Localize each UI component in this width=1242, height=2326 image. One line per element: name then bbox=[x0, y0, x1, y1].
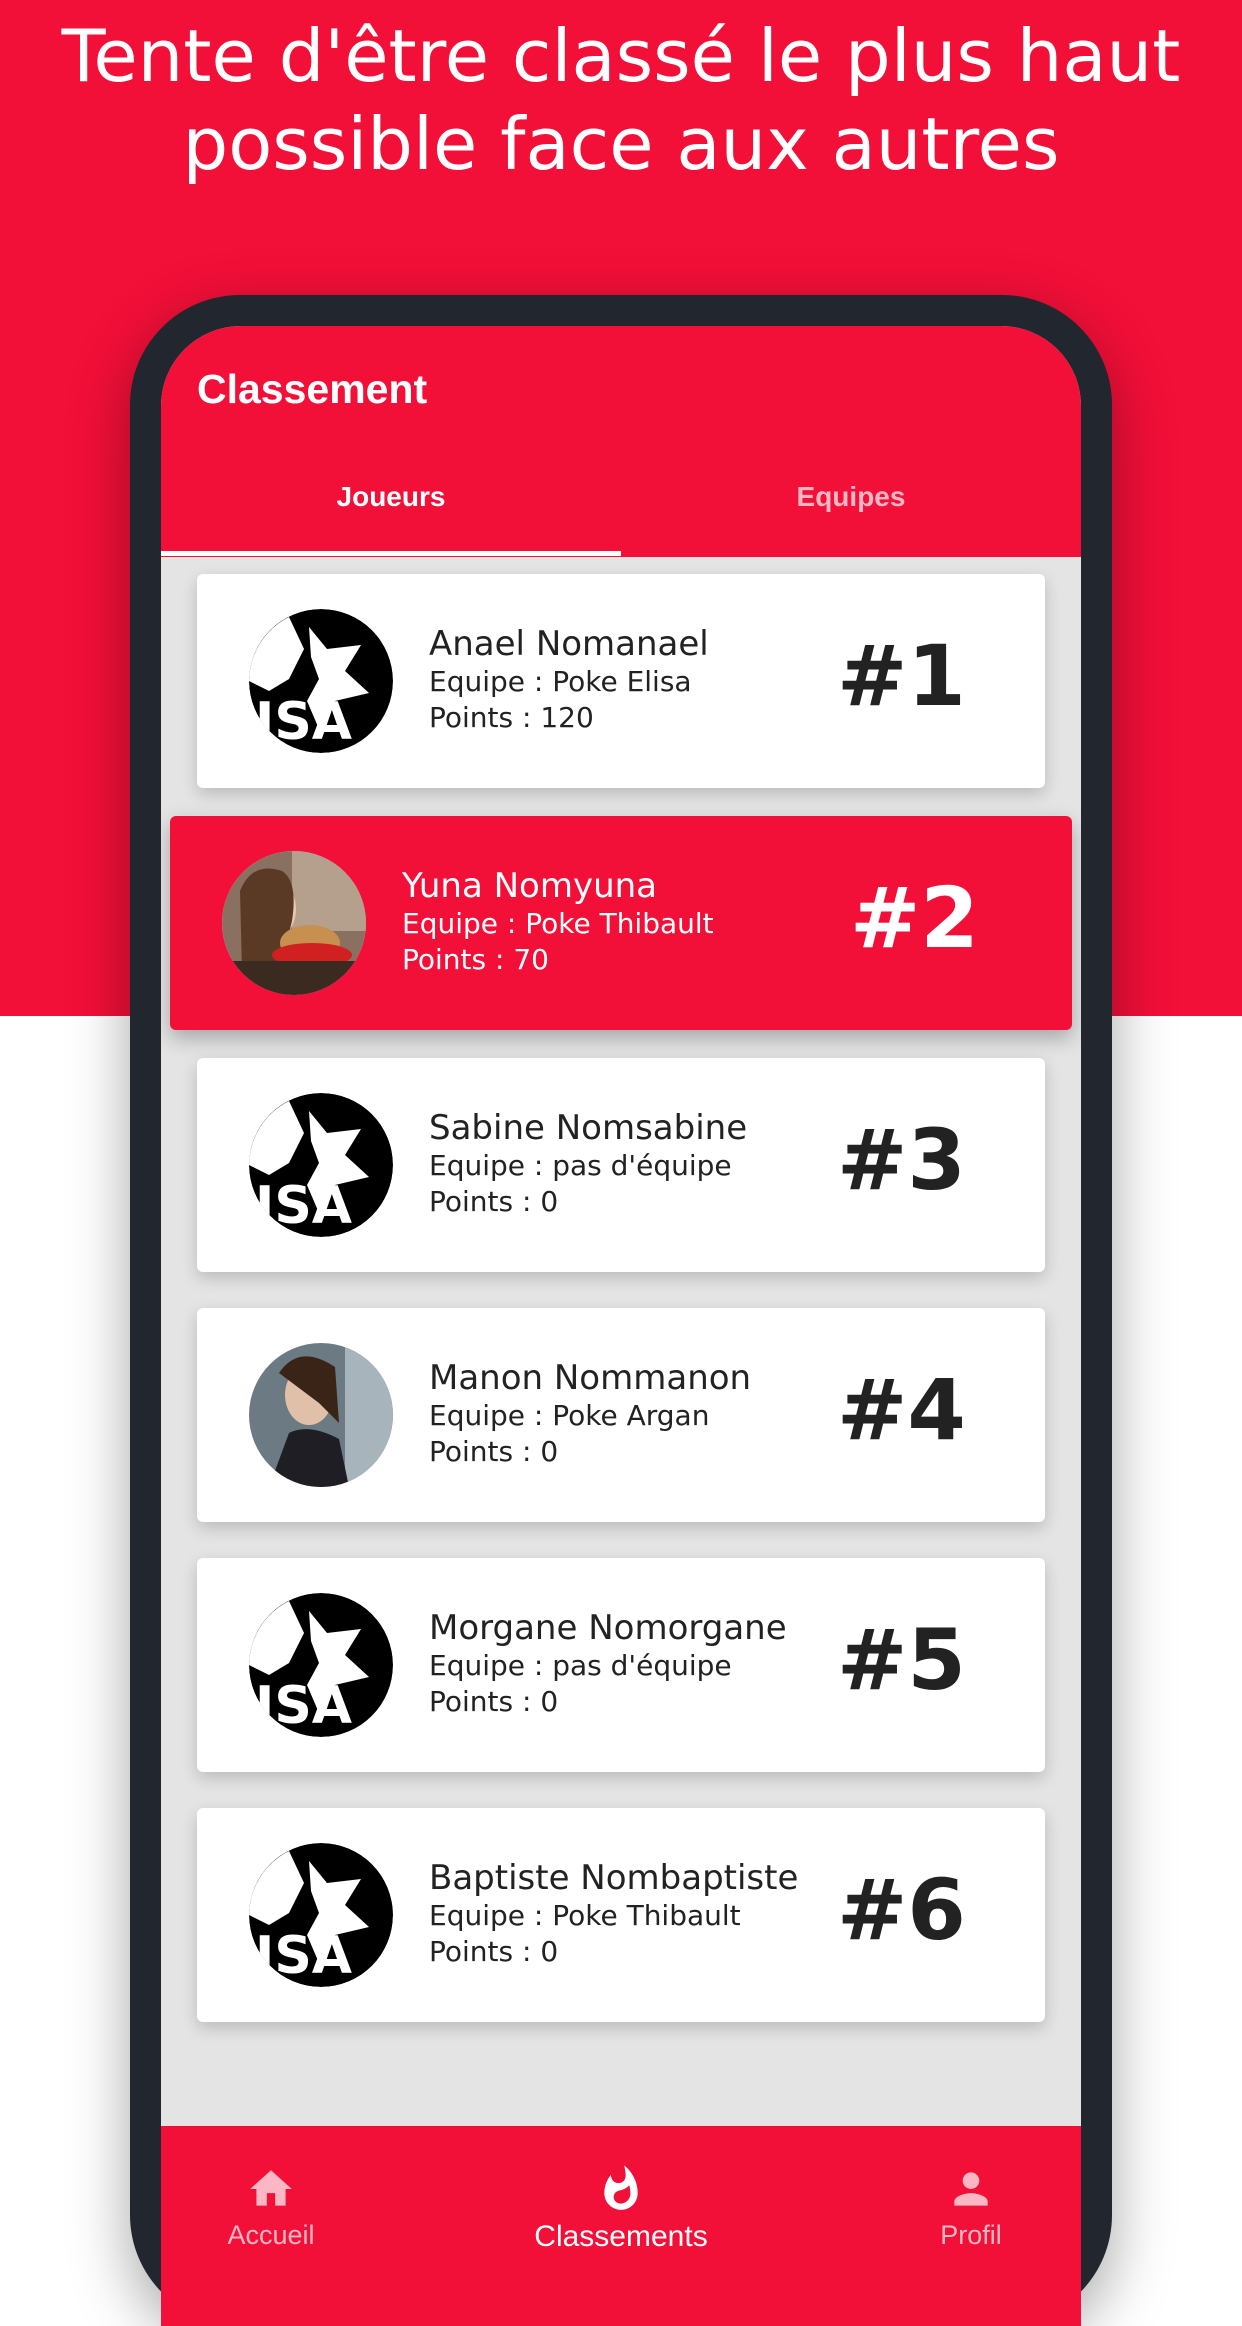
insa-wolf-logo-icon: ISA bbox=[249, 1093, 393, 1237]
svg-text:ISA: ISA bbox=[255, 1926, 352, 1986]
page-title: Classement bbox=[197, 366, 428, 412]
player-points: Points : 120 bbox=[429, 701, 594, 734]
person-icon bbox=[954, 2172, 988, 2206]
player-name: Anael Nomanael bbox=[429, 624, 709, 664]
player-info: Sabine Nomsabine Equipe : pas d'équipe P… bbox=[429, 1108, 747, 1220]
player-name: Sabine Nomsabine bbox=[429, 1108, 748, 1148]
player-card[interactable]: ISA Baptiste Nombaptiste Equipe : Poke T… bbox=[197, 1808, 1045, 2022]
avatar: ISA bbox=[249, 1843, 393, 1987]
svg-text:ISA: ISA bbox=[255, 1676, 352, 1736]
player-rank: #2 bbox=[850, 869, 979, 967]
avatar: ISA bbox=[249, 609, 393, 753]
player-points: Points : 70 bbox=[402, 943, 549, 976]
flame-icon bbox=[604, 2165, 638, 2210]
player-card[interactable]: ISA Anael Nomanael Equipe : Poke Elisa P… bbox=[197, 574, 1045, 788]
player-card[interactable]: Manon Nommanon Equipe : Poke Argan Point… bbox=[197, 1308, 1045, 1522]
svg-text:ISA: ISA bbox=[255, 692, 352, 752]
ranking-list: ISA Anael Nomanael Equipe : Poke Elisa P… bbox=[161, 557, 1081, 2157]
player-points: Points : 0 bbox=[429, 1685, 559, 1718]
player-card[interactable]: ISA Sabine Nomsabine Equipe : pas d'équi… bbox=[197, 1058, 1045, 1272]
player-name: Baptiste Nombaptiste bbox=[429, 1858, 799, 1898]
avatar bbox=[222, 851, 366, 995]
nav-classements[interactable]: Classements bbox=[521, 2164, 721, 2254]
user-photo-icon bbox=[249, 1343, 393, 1487]
nav-label: Accueil bbox=[227, 2220, 315, 2250]
player-team: Equipe : pas d'équipe bbox=[429, 1149, 732, 1182]
insa-wolf-logo-icon: ISA bbox=[249, 1843, 393, 1987]
phone-frame: Classement Joueurs Equipes ISA Anael Nom… bbox=[130, 295, 1112, 2326]
player-name: Manon Nommanon bbox=[429, 1358, 752, 1398]
player-info: Baptiste Nombaptiste Equipe : Poke Thiba… bbox=[429, 1858, 798, 1970]
phone-screen: Classement Joueurs Equipes ISA Anael Nom… bbox=[161, 326, 1081, 2326]
player-info: Yuna Nomyuna Equipe : Poke Thibault Poin… bbox=[402, 866, 714, 978]
player-rank: #6 bbox=[837, 1861, 966, 1959]
player-card[interactable]: ISA Morgane Nomorgane Equipe : pas d'équ… bbox=[197, 1558, 1045, 1772]
player-rank: #1 bbox=[837, 627, 966, 725]
avatar: ISA bbox=[249, 1593, 393, 1737]
player-rank: #4 bbox=[837, 1361, 966, 1459]
insa-wolf-logo-icon: ISA bbox=[249, 1593, 393, 1737]
player-card-current[interactable]: Yuna Nomyuna Equipe : Poke Thibault Poin… bbox=[170, 816, 1072, 1030]
headline-line-2: possible face aux autres bbox=[182, 102, 1060, 186]
player-team: Equipe : Poke Thibault bbox=[402, 907, 714, 940]
insa-wolf-logo-icon: ISA bbox=[249, 609, 393, 753]
player-team: Equipe : pas d'équipe bbox=[429, 1649, 732, 1682]
tab-indicator bbox=[161, 551, 621, 556]
player-rank: #3 bbox=[837, 1111, 966, 1209]
player-info: Manon Nommanon Equipe : Poke Argan Point… bbox=[429, 1358, 751, 1470]
bottom-navigation: Accueil Classements Profil bbox=[161, 2126, 1081, 2326]
headline-line-1: Tente d'être classé le plus haut bbox=[61, 14, 1181, 98]
player-info: Anael Nomanael Equipe : Poke Elisa Point… bbox=[429, 624, 709, 736]
player-name: Yuna Nomyuna bbox=[402, 866, 658, 906]
player-points: Points : 0 bbox=[429, 1185, 559, 1218]
player-info: Morgane Nomorgane Equipe : pas d'équipe … bbox=[429, 1608, 787, 1720]
app-bar: Classement Joueurs Equipes bbox=[161, 326, 1081, 557]
promo-headline: Tente d'être classé le plus haut possibl… bbox=[0, 12, 1242, 188]
tab-equipes[interactable]: Equipes bbox=[621, 481, 1081, 513]
avatar bbox=[249, 1343, 393, 1487]
nav-label: Classements bbox=[534, 2220, 708, 2253]
player-points: Points : 0 bbox=[429, 1935, 559, 1968]
avatar: ISA bbox=[249, 1093, 393, 1237]
player-team: Equipe : Poke Argan bbox=[429, 1399, 710, 1432]
player-points: Points : 0 bbox=[429, 1435, 559, 1468]
player-team: Equipe : Poke Thibault bbox=[429, 1899, 741, 1932]
player-rank: #5 bbox=[837, 1611, 966, 1709]
nav-label: Profil bbox=[940, 2220, 1002, 2250]
svg-text:ISA: ISA bbox=[255, 1176, 352, 1236]
tab-joueurs[interactable]: Joueurs bbox=[161, 481, 621, 513]
home-icon bbox=[250, 2170, 292, 2206]
player-name: Morgane Nomorgane bbox=[429, 1608, 787, 1648]
player-team: Equipe : Poke Elisa bbox=[429, 665, 692, 698]
user-photo-icon bbox=[222, 851, 366, 995]
